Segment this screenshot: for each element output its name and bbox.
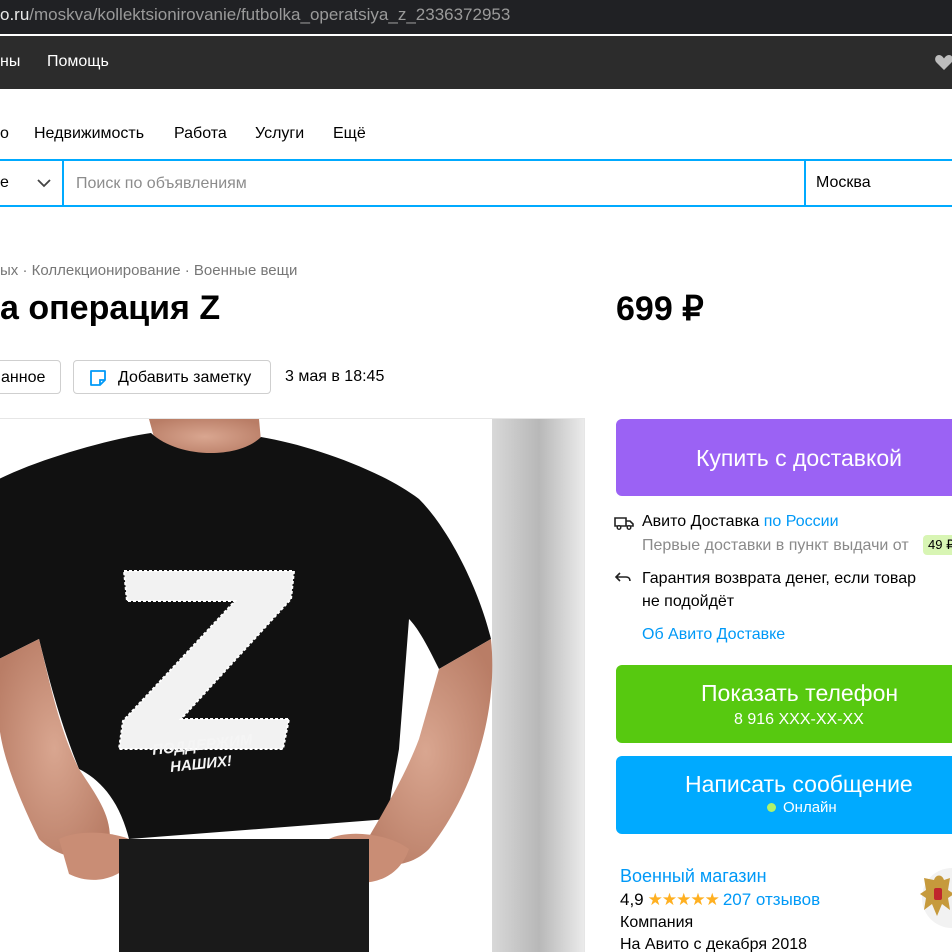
delivery-service-row: Авито Доставка по России bbox=[642, 513, 839, 531]
category-partial[interactable]: о bbox=[0, 125, 9, 143]
write-message-button[interactable]: Написать сообщение Онлайн bbox=[616, 756, 952, 834]
seller-rating-value: 4,9 bbox=[620, 890, 644, 909]
delivery-truck-icon bbox=[614, 517, 634, 530]
product-image-gallery[interactable]: ПОДДЕРЖИМ НАШИХ! bbox=[0, 418, 585, 952]
search-category-value: е bbox=[0, 174, 9, 191]
delivery-price-badge: 49 ₽ bbox=[923, 535, 952, 555]
city-value: Москва bbox=[816, 174, 871, 191]
rating-stars-icon: ★★★★★ bbox=[647, 890, 720, 909]
return-arrow-icon bbox=[614, 572, 631, 582]
category-more[interactable]: Ещё bbox=[333, 125, 366, 143]
seller-avatar-emblem-icon[interactable] bbox=[920, 868, 952, 928]
write-message-label: Написать сообщение bbox=[685, 771, 913, 797]
site-top-bar: ны Помощь bbox=[0, 36, 952, 89]
category-realty[interactable]: Недвижимость bbox=[34, 125, 144, 143]
first-delivery-note: Первые доставки в пункт выдачи от bbox=[642, 537, 909, 554]
category-services[interactable]: Услуги bbox=[255, 125, 304, 143]
seller-rating-row: 4,9 ★★★★★ 207 отзывов bbox=[620, 890, 820, 910]
online-status-label: Онлайн bbox=[783, 799, 837, 816]
add-note-button[interactable]: Добавить заметку bbox=[73, 360, 271, 394]
browser-url-bar[interactable]: o.ru/moskva/kollektsionirovanie/futbolka… bbox=[0, 0, 952, 34]
online-status: Онлайн bbox=[767, 799, 837, 816]
show-phone-button[interactable]: Показать телефон 8 916 XXX-XX-XX bbox=[616, 665, 952, 743]
seller-since: На Авито с декабря 2018 bbox=[620, 936, 808, 952]
category-jobs[interactable]: Работа bbox=[174, 125, 227, 143]
url-path: /moskva/kollektsionirovanie/futbolka_ope… bbox=[29, 5, 511, 24]
listing-title: а операция Z bbox=[0, 289, 221, 327]
show-phone-label: Показать телефон bbox=[701, 680, 899, 706]
topbar-link-partial[interactable]: ны bbox=[0, 53, 20, 71]
favorites-heart-icon[interactable] bbox=[934, 52, 952, 72]
search-bar: е Поиск по объявлениям Москва bbox=[0, 159, 952, 207]
about-delivery-link[interactable]: Об Авито Доставке bbox=[642, 626, 785, 644]
search-category-select[interactable]: е bbox=[0, 161, 64, 205]
delivery-scope-link[interactable]: по России bbox=[764, 513, 839, 530]
seller-reviews-link[interactable]: 207 отзывов bbox=[723, 890, 820, 909]
return-guarantee-line2: не подойдёт bbox=[642, 593, 735, 610]
search-input[interactable]: Поиск по объявлениям bbox=[76, 175, 247, 193]
chevron-down-icon bbox=[37, 179, 51, 188]
add-note-label: Добавить заметку bbox=[118, 369, 252, 386]
url-host: o.ru bbox=[0, 5, 30, 24]
city-select[interactable]: Москва bbox=[804, 161, 952, 205]
listing-price: 699 ₽ bbox=[616, 290, 704, 328]
breadcrumb[interactable]: ых · Коллекционирование · Военные вещи bbox=[0, 262, 297, 279]
topbar-help-link[interactable]: Помощь bbox=[47, 53, 109, 71]
masked-phone-number: 8 916 XXX-XX-XX bbox=[734, 711, 864, 728]
tshirt-photo: ПОДДЕРЖИМ НАШИХ! bbox=[0, 419, 584, 952]
favorites-button-label: анное bbox=[1, 369, 46, 386]
seller-name-link[interactable]: Военный магазин bbox=[620, 866, 767, 887]
note-icon bbox=[90, 370, 106, 386]
seller-type: Компания bbox=[620, 914, 694, 931]
publish-date: 3 мая в 18:45 bbox=[285, 368, 385, 385]
buy-button-label: Купить с доставкой bbox=[696, 445, 902, 471]
delivery-price-value: 49 ₽ bbox=[928, 537, 952, 552]
return-guarantee-line1: Гарантия возврата денег, если товар bbox=[642, 570, 917, 587]
delivery-service-name: Авито Доставка bbox=[642, 513, 760, 530]
url-text[interactable]: o.ru/moskva/kollektsionirovanie/futbolka… bbox=[0, 5, 510, 25]
buy-with-delivery-button[interactable]: Купить с доставкой bbox=[616, 419, 952, 496]
add-to-favorites-button[interactable]: анное bbox=[0, 360, 61, 394]
